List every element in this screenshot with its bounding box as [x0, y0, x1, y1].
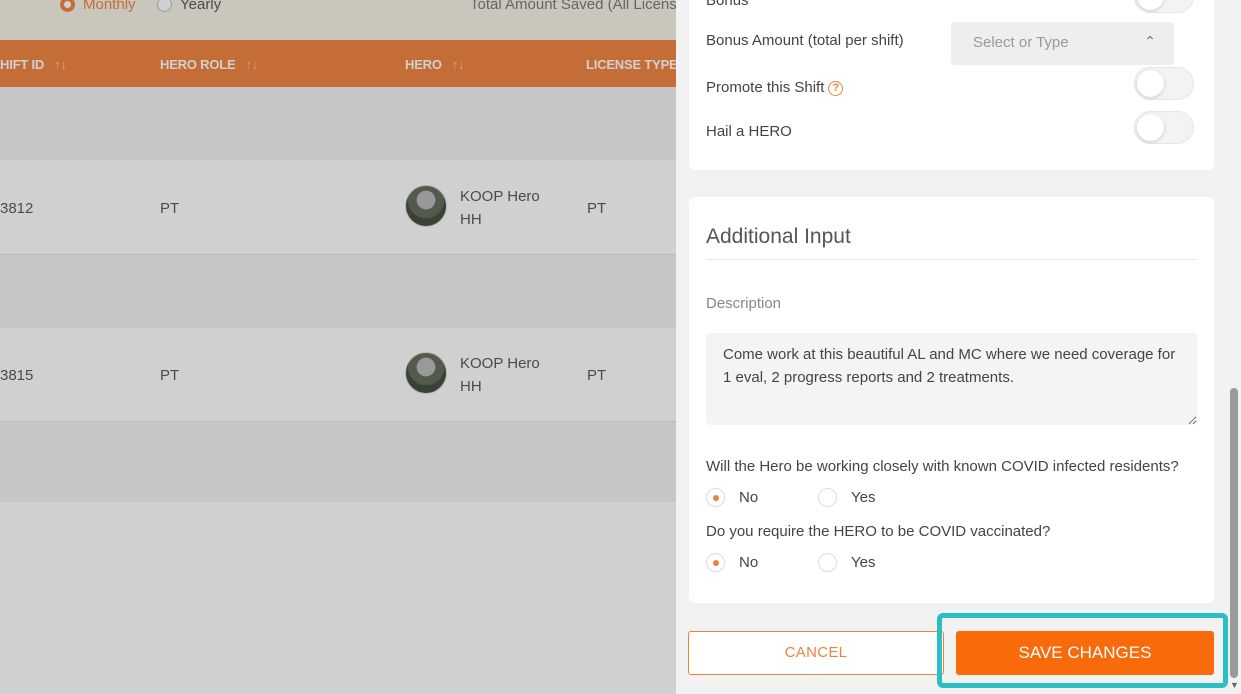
scrollbar-thumb[interactable]: [1230, 388, 1238, 678]
option-label: Yes: [851, 554, 876, 571]
covid-infected-yes[interactable]: Yes: [818, 488, 875, 507]
bonus-amount-label: Bonus Amount (total per shift): [706, 32, 904, 49]
chevron-up-icon: ⌃: [1144, 33, 1156, 49]
cancel-button[interactable]: CANCEL: [688, 631, 944, 675]
bonus-label: Bonus: [706, 0, 749, 9]
radio-selected-icon: [706, 488, 725, 507]
toggle-knob: [1137, 0, 1164, 10]
covid-infected-question: Will the Hero be working closely with kn…: [706, 458, 1179, 475]
covid-vaccinated-yes[interactable]: Yes: [818, 553, 875, 572]
toggle-knob: [1137, 114, 1164, 141]
hail-hero-label: Hail a HERO: [706, 123, 792, 140]
edit-shift-drawer: Bonus Bonus Amount (total per shift) Sel…: [676, 0, 1241, 694]
toggle-knob: [1137, 70, 1164, 97]
promote-label-text: Promote this Shift: [706, 79, 825, 96]
divider: [706, 259, 1197, 260]
save-changes-button[interactable]: SAVE CHANGES: [956, 631, 1214, 675]
hail-hero-toggle[interactable]: [1134, 111, 1194, 144]
radio-icon: [818, 488, 837, 507]
bonus-toggle[interactable]: [1134, 0, 1194, 13]
bonus-card: Bonus Bonus Amount (total per shift) Sel…: [689, 0, 1214, 170]
option-label: No: [739, 489, 759, 506]
radio-selected-icon: [706, 553, 725, 572]
promote-toggle[interactable]: [1134, 67, 1194, 100]
description-label: Description: [706, 295, 782, 312]
bonus-amount-placeholder: Select or Type: [973, 34, 1069, 51]
covid-infected-no[interactable]: No: [706, 488, 758, 507]
option-label: Yes: [851, 489, 876, 506]
covid-vaccinated-question: Do you require the HERO to be COVID vacc…: [706, 523, 1051, 540]
scroll-down-icon[interactable]: ▼: [1228, 680, 1241, 690]
description-textarea[interactable]: [706, 333, 1197, 425]
section-title: Additional Input: [706, 225, 851, 248]
help-icon[interactable]: ?: [828, 81, 844, 96]
promote-label: Promote this Shift?: [706, 79, 844, 96]
bonus-amount-select[interactable]: Select or Type ⌃: [951, 22, 1174, 65]
radio-icon: [818, 553, 837, 572]
option-label: No: [739, 554, 759, 571]
covid-vaccinated-no[interactable]: No: [706, 553, 758, 572]
modal-overlay[interactable]: [0, 0, 676, 694]
additional-input-card: Additional Input Description Will the He…: [689, 197, 1214, 603]
